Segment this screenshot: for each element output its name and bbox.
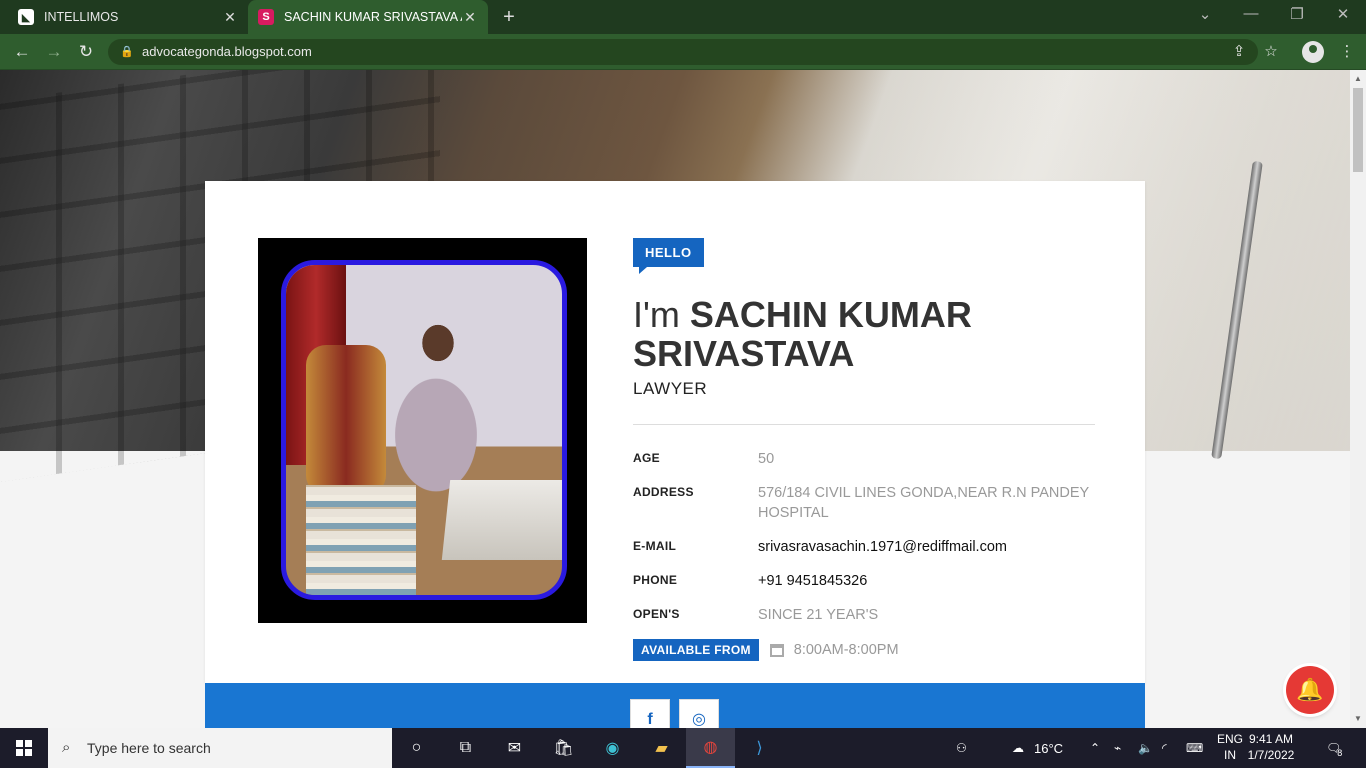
detail-value: 576/184 CIVIL LINES GONDA,NEAR R.N PANDE… xyxy=(758,485,1089,521)
share-icon[interactable]: ⇪ xyxy=(1228,41,1250,63)
calendar-icon xyxy=(769,643,784,657)
address-toolbar: ← → ↻ 🔒 advocategonda.blogspot.com ⇪ ☆ ⋮ xyxy=(0,34,1366,70)
blog-s-icon: S xyxy=(258,9,274,25)
close-tab-icon[interactable]: ✕ xyxy=(462,9,478,26)
divider xyxy=(633,424,1095,425)
browser-tab-strip: ◣ INTELLIMOS ✕ S SACHIN KUMAR SRIVASTAVA… xyxy=(0,0,1366,34)
detail-value: 50 xyxy=(758,451,775,467)
wifi-icon[interactable]: ◜ xyxy=(1162,728,1167,768)
close-tab-icon[interactable]: ✕ xyxy=(222,9,238,26)
restore-icon[interactable]: ❐ xyxy=(1274,5,1320,23)
start-button[interactable] xyxy=(0,728,48,768)
profile-role: LAWYER xyxy=(633,379,708,398)
detail-row-email: E-MAIL srivasravasachin.1971@rediffmail.… xyxy=(633,537,1095,557)
profile-card: HELLO I'm SACHIN KUMAR SRIVASTAVA LAWYER… xyxy=(205,181,1145,683)
profile-photo-frame xyxy=(258,238,587,623)
detail-label: OPEN'S xyxy=(633,607,680,621)
detail-row-phone: PHONE +91 9451845326 xyxy=(633,571,1095,591)
file-explorer-icon[interactable]: ▰ xyxy=(637,728,686,768)
profile-avatar-icon[interactable] xyxy=(1302,41,1324,63)
photo-books xyxy=(306,485,416,595)
phone-link[interactable]: +91 9451845326 xyxy=(758,571,1095,591)
url-text: advocategonda.blogspot.com xyxy=(142,44,312,59)
keyboard-icon[interactable]: ⌨ xyxy=(1186,728,1203,768)
profile-photo xyxy=(281,260,567,600)
bookmark-star-icon[interactable]: ☆ xyxy=(1260,41,1282,63)
social-bar: f ◎ xyxy=(205,683,1145,728)
email-link[interactable]: srivasravasachin.1971@rediffmail.com xyxy=(758,537,1095,557)
scroll-thumb[interactable] xyxy=(1353,88,1363,172)
tab-title: SACHIN KUMAR SRIVASTAVA ADV xyxy=(284,10,462,24)
taskbar-search-box[interactable]: ⌕ Type here to search xyxy=(48,728,392,768)
clock[interactable]: 9:41 AM 1/7/2022 xyxy=(1236,731,1306,763)
address-bar[interactable]: 🔒 advocategonda.blogspot.com xyxy=(108,39,1258,65)
web-page: HELLO I'm SACHIN KUMAR SRIVASTAVA LAWYER… xyxy=(0,70,1350,728)
reload-icon[interactable]: ↻ xyxy=(75,41,97,63)
clock-time: 9:41 AM xyxy=(1248,732,1294,746)
people-icon[interactable]: ⚇ xyxy=(956,728,967,768)
photo-chair xyxy=(306,345,386,495)
menu-icon[interactable]: ⋮ xyxy=(1336,41,1358,63)
profile-name: I'm SACHIN KUMAR SRIVASTAVA xyxy=(633,295,1095,373)
store-icon[interactable]: 🛍 xyxy=(539,728,588,768)
intellimos-icon: ◣ xyxy=(18,9,34,25)
instagram-icon[interactable]: ◎ xyxy=(679,699,719,728)
new-tab-button[interactable]: + xyxy=(498,6,520,29)
notification-count: 8 xyxy=(1337,748,1343,758)
page-scrollbar[interactable]: ▲ ▼ xyxy=(1350,70,1366,728)
forward-icon[interactable]: → xyxy=(43,41,65,63)
weather-cloud-icon: ☁ xyxy=(1012,741,1024,755)
cortana-icon[interactable]: ○ xyxy=(392,728,441,768)
facebook-icon[interactable]: f xyxy=(630,699,670,728)
search-icon: ⌕ xyxy=(62,739,71,756)
tab-title: INTELLIMOS xyxy=(44,10,119,24)
scroll-up-icon[interactable]: ▲ xyxy=(1350,72,1366,86)
search-placeholder: Type here to search xyxy=(87,740,211,756)
action-center-icon[interactable]: 🗨 8 xyxy=(1326,728,1342,768)
network-adapter-icon[interactable]: ⌁ xyxy=(1114,728,1121,768)
windows-logo-icon xyxy=(16,740,32,756)
tab-sachin[interactable]: S SACHIN KUMAR SRIVASTAVA ADV ✕ xyxy=(248,0,488,34)
profile-info: HELLO I'm SACHIN KUMAR SRIVASTAVA LAWYER… xyxy=(633,238,1095,661)
clock-date: 1/7/2022 xyxy=(1247,748,1295,762)
detail-row-opens: OPEN'S SINCE 21 YEAR'S xyxy=(633,605,1095,625)
back-icon[interactable]: ← xyxy=(11,41,33,63)
tab-search-icon[interactable]: ⌄ xyxy=(1182,5,1228,23)
detail-row-address: ADDRESS 576/184 CIVIL LINES GONDA,NEAR R… xyxy=(633,483,1095,523)
task-view-icon[interactable]: ⧉ xyxy=(441,728,490,768)
volume-icon[interactable]: 🔈 xyxy=(1138,728,1153,768)
minimize-icon[interactable]: — xyxy=(1228,5,1274,22)
weather-temp: 16°C xyxy=(1034,740,1064,756)
intro-text: I'm xyxy=(633,294,680,335)
lock-icon[interactable]: 🔒 xyxy=(120,39,134,65)
detail-label: E-MAIL xyxy=(633,539,677,553)
available-hours: 8:00AM-8:00PM xyxy=(793,642,899,658)
mail-icon[interactable]: ✉ xyxy=(490,728,539,768)
detail-row-age: AGE 50 xyxy=(633,449,1095,469)
profile-details: AGE 50 ADDRESS 576/184 CIVIL LINES GONDA… xyxy=(633,449,1095,661)
name-line-1: SACHIN KUMAR xyxy=(689,294,972,335)
edge-icon[interactable]: ◉ xyxy=(588,728,637,768)
close-window-icon[interactable]: ✕ xyxy=(1320,5,1366,23)
availability-row: AVAILABLE FROM 8:00AM-8:00PM xyxy=(633,639,1095,661)
photo-papers xyxy=(441,480,562,560)
hello-badge: HELLO xyxy=(633,238,704,274)
available-from-badge: AVAILABLE FROM xyxy=(633,639,759,661)
vscode-icon[interactable]: ⟩ xyxy=(735,728,784,768)
detail-label: AGE xyxy=(633,451,660,465)
show-hidden-icons[interactable]: ⌃ xyxy=(1090,728,1100,768)
windows-taskbar: ⌕ Type here to search ○ ⧉ ✉ 🛍 ◉ ▰ ◍ ⟩ ⚇ … xyxy=(0,728,1366,768)
tab-intellimos[interactable]: ◣ INTELLIMOS ✕ xyxy=(8,0,248,34)
weather-widget[interactable]: ☁ 16°C xyxy=(1012,728,1063,768)
detail-value: SINCE 21 YEAR'S xyxy=(758,607,879,623)
name-line-2: SRIVASTAVA xyxy=(633,333,855,374)
notification-bell-icon[interactable]: 🔔 xyxy=(1286,666,1334,714)
detail-label: ADDRESS xyxy=(633,485,694,499)
detail-label: PHONE xyxy=(633,573,678,587)
scroll-down-icon[interactable]: ▼ xyxy=(1350,712,1366,726)
chrome-icon[interactable]: ◍ xyxy=(686,728,735,768)
